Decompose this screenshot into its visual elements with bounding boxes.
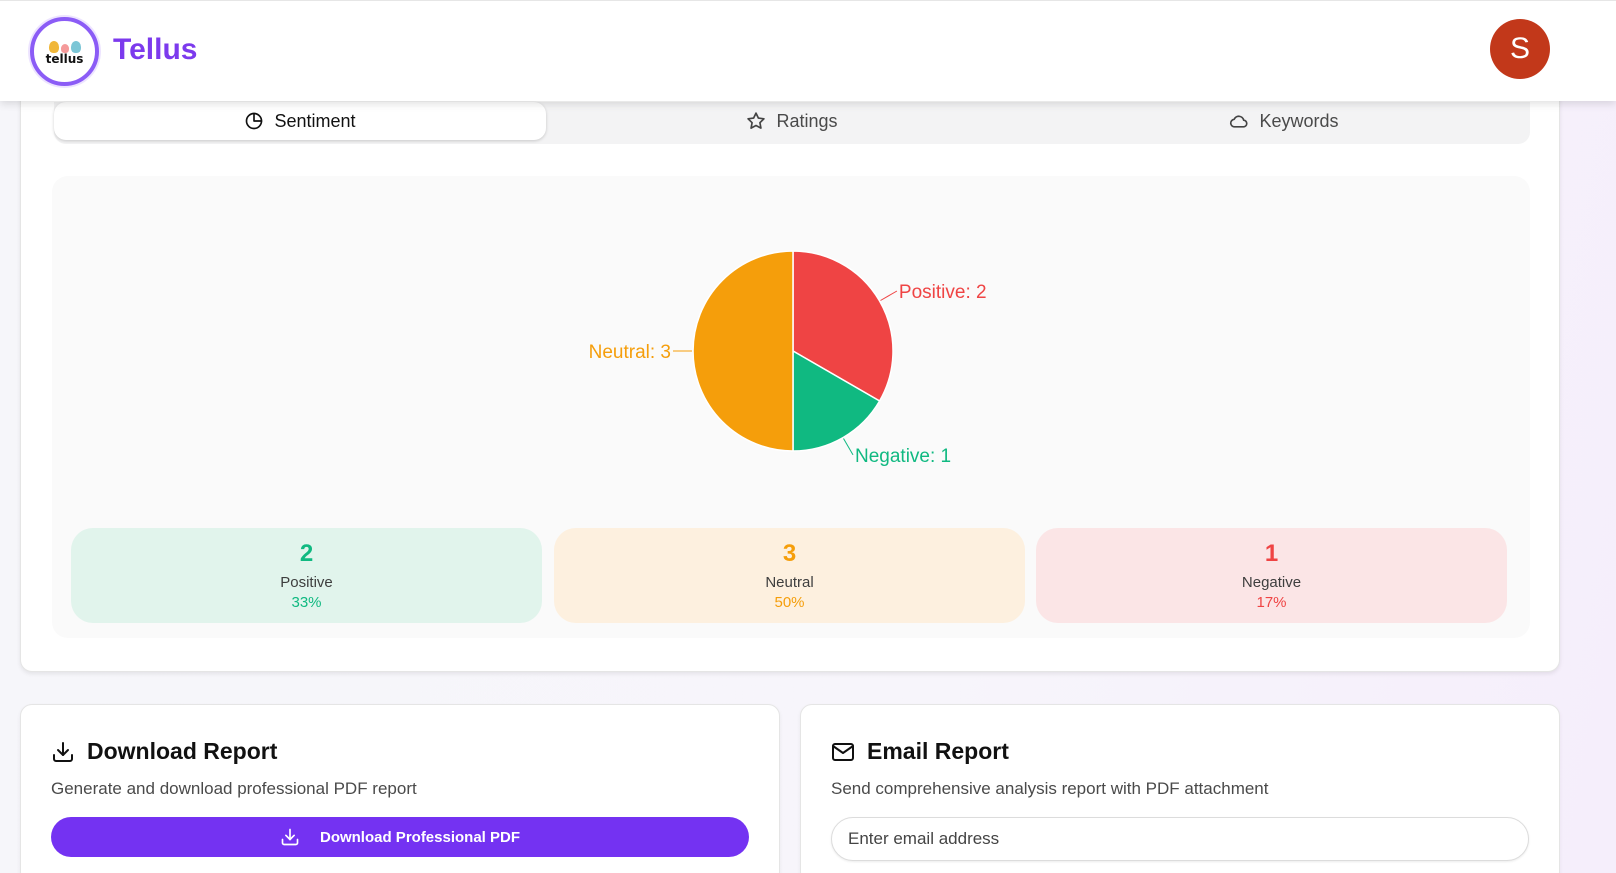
- email-input[interactable]: [831, 817, 1529, 861]
- tab-label: Ratings: [776, 110, 838, 131]
- stat-percent: 33%: [291, 594, 322, 611]
- download-icon: [53, 741, 73, 762]
- card-title-text: Email Report: [867, 738, 1009, 764]
- download-report-card: Download Report Generate and download pr…: [20, 704, 780, 873]
- pie-label-line: [843, 438, 854, 456]
- download-report-title: Download Report: [51, 738, 277, 765]
- stat-label: Positive: [280, 574, 333, 591]
- stat-percent: 17%: [1256, 594, 1287, 611]
- analysis-tabs: Sentiment Ratings Keywords: [54, 102, 1530, 144]
- email-report-subtitle: Send comprehensive analysis report with …: [831, 779, 1269, 798]
- tab-sentiment[interactable]: Sentiment: [54, 102, 546, 140]
- mail-icon: [832, 742, 854, 761]
- tellus-logo[interactable]: tellus: [30, 17, 99, 86]
- tab-label: Keywords: [1259, 110, 1339, 131]
- pie-slice-neutral[interactable]: [692, 250, 794, 452]
- brand-name: Tellus: [113, 33, 198, 66]
- stat-label: Negative: [1241, 574, 1302, 591]
- star-icon: [747, 112, 766, 129]
- tab-label: Sentiment: [274, 110, 356, 131]
- stat-value: 1: [1264, 540, 1279, 567]
- download-report-subtitle: Generate and download professional PDF r…: [51, 779, 417, 798]
- user-avatar[interactable]: S: [1490, 19, 1550, 79]
- tab-ratings[interactable]: Ratings: [546, 102, 1038, 140]
- email-report-card: Email Report Send comprehensive analysis…: [800, 704, 1560, 873]
- pie-label: Neutral: 3: [589, 342, 671, 363]
- stat-positive: 2 Positive 33%: [71, 528, 542, 623]
- email-report-title: Email Report: [831, 738, 1009, 765]
- pie-label-line: [880, 290, 898, 301]
- card-title-text: Download Report: [87, 738, 278, 764]
- download-icon: [281, 828, 299, 846]
- stat-neutral: 3 Neutral 50%: [554, 528, 1025, 623]
- stat-label: Neutral: [765, 574, 814, 591]
- stat-value: 3: [782, 540, 797, 567]
- app-header: tellus Tellus S: [0, 0, 1616, 101]
- stat-percent: 50%: [774, 594, 805, 611]
- tab-keywords[interactable]: Keywords: [1038, 102, 1530, 140]
- pie-label: Negative: 1: [855, 446, 951, 467]
- stat-negative: 1 Negative 17%: [1036, 528, 1507, 623]
- pie-label: Positive: 2: [899, 282, 987, 303]
- download-pdf-label: Download Professional PDF: [319, 828, 521, 846]
- download-pdf-button[interactable]: Download Professional PDF: [51, 817, 749, 857]
- stat-value: 2: [299, 540, 314, 567]
- cloud-icon: [1230, 115, 1249, 128]
- logo-wordmark: tellus: [45, 52, 84, 66]
- pie-chart-icon: [246, 112, 263, 130]
